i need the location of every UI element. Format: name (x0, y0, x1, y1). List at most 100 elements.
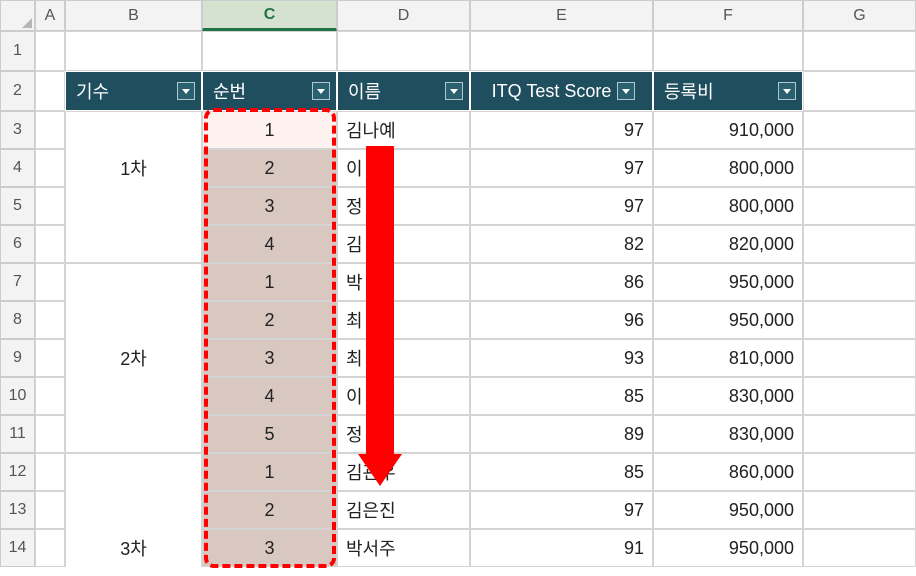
cell-B9-gisu[interactable]: 2차 (65, 339, 202, 377)
row-header-14[interactable]: 14 (0, 529, 35, 567)
cell-A10[interactable] (35, 377, 65, 415)
filter-dropdown-icon[interactable] (445, 82, 463, 100)
row-header-13[interactable]: 13 (0, 491, 35, 529)
cell-E8-score[interactable]: 96 (470, 301, 653, 339)
row-header-12[interactable]: 12 (0, 453, 35, 491)
cell-E1[interactable] (470, 31, 653, 71)
cell-C10-no[interactable]: 4 (202, 377, 337, 415)
cell-E3-score[interactable]: 97 (470, 111, 653, 149)
cell-B11-gisu[interactable] (65, 415, 202, 453)
cell-C3-no[interactable]: 1 (202, 111, 337, 149)
cell-C4-no[interactable]: 2 (202, 149, 337, 187)
cell-F1[interactable] (653, 31, 803, 71)
cell-E5-score[interactable]: 97 (470, 187, 653, 225)
cell-G5[interactable] (803, 187, 916, 225)
cell-B6-gisu[interactable] (65, 225, 202, 263)
row-header-5[interactable]: 5 (0, 187, 35, 225)
cell-A13[interactable] (35, 491, 65, 529)
cell-D11-name[interactable]: 정 온 (337, 415, 470, 453)
cell-B14-gisu[interactable]: 3차 (65, 529, 202, 567)
cell-B3-gisu[interactable] (65, 111, 202, 149)
cell-E13-score[interactable]: 97 (470, 491, 653, 529)
cell-G7[interactable] (803, 263, 916, 301)
filter-dropdown-icon[interactable] (778, 82, 796, 100)
filter-dropdown-icon[interactable] (312, 82, 330, 100)
cell-G11[interactable] (803, 415, 916, 453)
cell-B8-gisu[interactable] (65, 301, 202, 339)
row-header-3[interactable]: 3 (0, 111, 35, 149)
cell-B7-gisu[interactable] (65, 263, 202, 301)
cell-A5[interactable] (35, 187, 65, 225)
row-header-4[interactable]: 4 (0, 149, 35, 187)
cell-B4-gisu[interactable]: 1차 (65, 149, 202, 187)
cell-A12[interactable] (35, 453, 65, 491)
table-header-no[interactable]: 순번 (202, 71, 337, 111)
cell-C12-no[interactable]: 1 (202, 453, 337, 491)
cell-D6-name[interactable]: 김 빈 (337, 225, 470, 263)
cell-F12-fee[interactable]: 860,000 (653, 453, 803, 491)
cell-C13-no[interactable]: 2 (202, 491, 337, 529)
cell-C6-no[interactable]: 4 (202, 225, 337, 263)
cell-G4[interactable] (803, 149, 916, 187)
row-header-6[interactable]: 6 (0, 225, 35, 263)
row-header-9[interactable]: 9 (0, 339, 35, 377)
table-header-gisu[interactable]: 기수 (65, 71, 202, 111)
cell-G1[interactable] (803, 31, 916, 71)
cell-G9[interactable] (803, 339, 916, 377)
cell-A11[interactable] (35, 415, 65, 453)
cell-F8-fee[interactable]: 950,000 (653, 301, 803, 339)
col-header-F[interactable]: F (653, 0, 803, 31)
cell-B1[interactable] (65, 31, 202, 71)
cell-E7-score[interactable]: 86 (470, 263, 653, 301)
row-header-2[interactable]: 2 (0, 71, 35, 111)
col-header-A[interactable]: A (35, 0, 65, 31)
cell-D8-name[interactable]: 최 호 (337, 301, 470, 339)
col-header-G[interactable]: G (803, 0, 916, 31)
filter-dropdown-icon[interactable] (177, 82, 195, 100)
cell-G12[interactable] (803, 453, 916, 491)
cell-B10-gisu[interactable] (65, 377, 202, 415)
cell-C11-no[interactable]: 5 (202, 415, 337, 453)
table-header-score[interactable]: ITQ Test Score (470, 71, 653, 111)
cell-F7-fee[interactable]: 950,000 (653, 263, 803, 301)
cell-C9-no[interactable]: 3 (202, 339, 337, 377)
cell-A3[interactable] (35, 111, 65, 149)
cell-E14-score[interactable]: 91 (470, 529, 653, 567)
cell-A4[interactable] (35, 149, 65, 187)
cell-D9-name[interactable]: 최 망 (337, 339, 470, 377)
cell-F3-fee[interactable]: 910,000 (653, 111, 803, 149)
row-header-8[interactable]: 8 (0, 301, 35, 339)
cell-F11-fee[interactable]: 830,000 (653, 415, 803, 453)
cell-E4-score[interactable]: 97 (470, 149, 653, 187)
cell-D1[interactable] (337, 31, 470, 71)
cell-G2[interactable] (803, 71, 916, 111)
col-header-E[interactable]: E (470, 0, 653, 31)
row-header-7[interactable]: 7 (0, 263, 35, 301)
row-header-1[interactable]: 1 (0, 31, 35, 71)
cell-E9-score[interactable]: 93 (470, 339, 653, 377)
cell-F4-fee[interactable]: 800,000 (653, 149, 803, 187)
table-header-name[interactable]: 이름 (337, 71, 470, 111)
cell-G10[interactable] (803, 377, 916, 415)
cell-C5-no[interactable]: 3 (202, 187, 337, 225)
cell-F10-fee[interactable]: 830,000 (653, 377, 803, 415)
cell-G6[interactable] (803, 225, 916, 263)
cell-F9-fee[interactable]: 810,000 (653, 339, 803, 377)
cell-F13-fee[interactable]: 950,000 (653, 491, 803, 529)
cell-A8[interactable] (35, 301, 65, 339)
cell-C7-no[interactable]: 1 (202, 263, 337, 301)
col-header-D[interactable]: D (337, 0, 470, 31)
cell-F5-fee[interactable]: 800,000 (653, 187, 803, 225)
cell-G13[interactable] (803, 491, 916, 529)
cell-E6-score[interactable]: 82 (470, 225, 653, 263)
cell-C14-no[interactable]: 3 (202, 529, 337, 567)
cell-G14[interactable] (803, 529, 916, 567)
cell-A14[interactable] (35, 529, 65, 567)
cell-G8[interactable] (803, 301, 916, 339)
cell-A1[interactable] (35, 31, 65, 71)
cell-B13-gisu[interactable] (65, 491, 202, 529)
cell-E12-score[interactable]: 85 (470, 453, 653, 491)
col-header-B[interactable]: B (65, 0, 202, 31)
cell-D13-name[interactable]: 김은진 (337, 491, 470, 529)
cell-D14-name[interactable]: 박서주 (337, 529, 470, 567)
